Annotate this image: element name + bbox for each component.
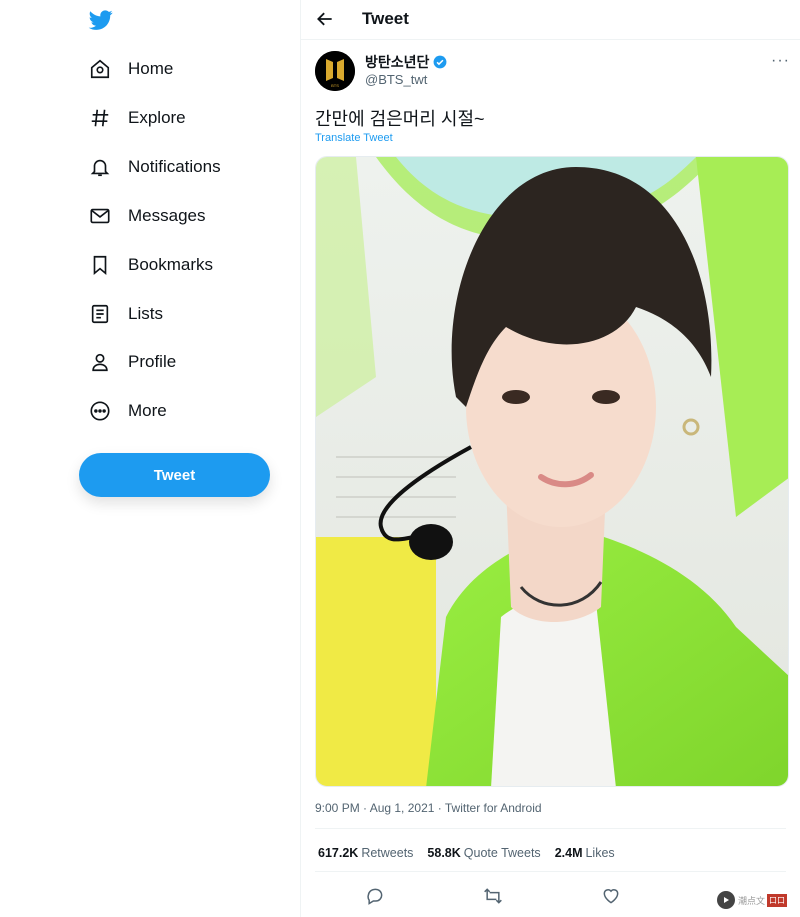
bookmark-icon: [88, 253, 112, 277]
watermark-text: 潮点文: [738, 895, 766, 906]
sidebar-item-label: More: [128, 401, 167, 420]
sidebar-item-label: Profile: [128, 352, 177, 371]
sidebar-item-more[interactable]: More: [88, 391, 167, 431]
sidebar-item-label: Messages: [128, 206, 206, 225]
sidebar-item-home[interactable]: Home: [88, 49, 173, 89]
sidebar-item-explore[interactable]: Explore: [88, 98, 186, 138]
twitter-bird-icon[interactable]: [88, 8, 114, 32]
sidebar: Home Explore Notifications Messages Book…: [0, 0, 300, 917]
tweet-button[interactable]: Tweet: [79, 453, 270, 497]
main-column: Tweet BTS 방탄소년단 @BTS_twt ··· 간만에 검은머리 시절…: [301, 0, 800, 917]
author-handle[interactable]: @BTS_twt: [365, 72, 427, 87]
likes-stat[interactable]: 2.4M Likes: [555, 846, 615, 860]
translate-tweet-link[interactable]: Translate Tweet: [315, 132, 393, 144]
tweet-timestamp: 9:00 PM · Aug 1, 2021 · Twitter for Andr…: [315, 801, 542, 815]
sidebar-item-lists[interactable]: Lists: [88, 294, 163, 334]
play-icon: [717, 891, 735, 909]
more-options-icon[interactable]: ···: [771, 52, 790, 70]
author-name[interactable]: 방탄소년단: [365, 52, 447, 72]
sidebar-item-label: Bookmarks: [128, 255, 214, 274]
watermark-badge: 口口: [767, 893, 788, 907]
likes-label: Likes: [585, 846, 615, 860]
avatar-logo-text: BTS: [331, 83, 339, 88]
verified-badge-icon: [433, 55, 447, 69]
author-name-text: 방탄소년단: [365, 54, 430, 70]
quote-tweets-stat[interactable]: 58.8K Quote Tweets: [427, 846, 540, 860]
hashtag-icon: [88, 106, 112, 130]
divider: [315, 828, 786, 829]
sidebar-item-label: Explore: [128, 108, 186, 127]
tweet-photo[interactable]: [315, 156, 789, 787]
home-icon: [88, 57, 112, 81]
reply-icon[interactable]: [364, 885, 386, 907]
retweets-stat[interactable]: 617.2K Retweets: [318, 846, 413, 860]
envelope-icon: [88, 204, 112, 228]
tweet-stats: 617.2K Retweets 58.8K Quote Tweets 2.4M Lik…: [318, 846, 629, 860]
likes-count: 2.4M: [554, 846, 583, 860]
more-circle-icon: [88, 399, 112, 423]
watermark: 潮点文 口口: [717, 889, 795, 911]
sidebar-item-messages[interactable]: Messages: [88, 196, 205, 236]
list-icon: [88, 302, 112, 326]
retweet-icon[interactable]: [482, 885, 504, 907]
sidebar-item-label: Notifications: [128, 157, 221, 176]
sidebar-item-notifications[interactable]: Notifications: [88, 147, 221, 187]
retweets-count: 617.2K: [318, 846, 359, 860]
like-icon[interactable]: [600, 885, 622, 907]
divider: [315, 871, 786, 872]
page-title: Tweet: [362, 9, 409, 28]
sidebar-item-profile[interactable]: Profile: [88, 342, 176, 382]
person-icon: [88, 350, 112, 374]
quotes-label: Quote Tweets: [463, 846, 541, 860]
back-arrow-icon[interactable]: [315, 9, 335, 29]
sidebar-item-label: Home: [128, 59, 174, 78]
bell-icon: [88, 155, 112, 179]
sidebar-item-label: Lists: [128, 304, 163, 323]
quotes-count: 58.8K: [427, 846, 461, 860]
retweets-label: Retweets: [361, 846, 414, 860]
tweet-text: 간만에 검은머리 시절~: [315, 109, 485, 129]
sidebar-item-bookmarks[interactable]: Bookmarks: [88, 245, 213, 285]
header: Tweet: [301, 0, 800, 40]
avatar[interactable]: BTS: [315, 51, 355, 91]
